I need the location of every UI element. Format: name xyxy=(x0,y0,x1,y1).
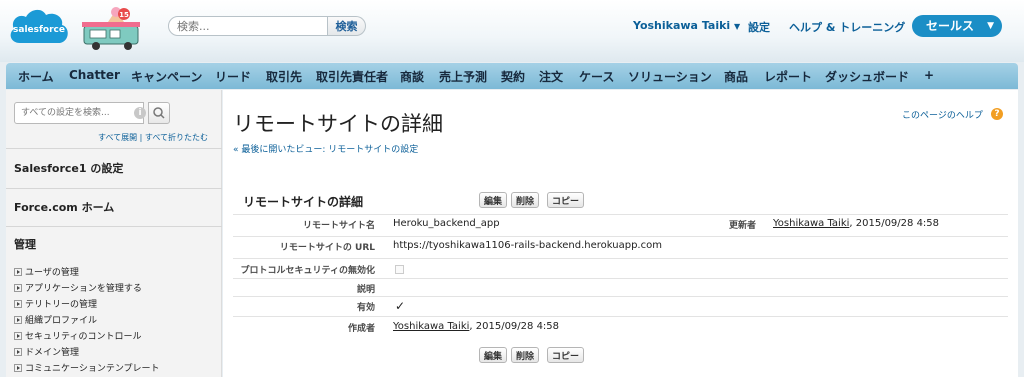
field-value-url: https://tyoshikawa1106-rails-backend.her… xyxy=(393,240,662,251)
tab-dashboards[interactable]: ダッシュボード xyxy=(825,68,909,85)
user-name: Yoshikawa Taiki xyxy=(633,19,731,32)
sidebar-section-forcecom-home[interactable]: Force.com ホーム xyxy=(6,188,222,226)
protocol-security-checkbox xyxy=(395,265,404,274)
field-label-updated-by: 更新者 xyxy=(728,221,756,231)
app-menu-label: セールス xyxy=(926,19,975,33)
tab-solutions[interactable]: ソリューション xyxy=(628,68,712,85)
help-training-link[interactable]: ヘルプ & トレーニング xyxy=(789,19,905,35)
expand-arrow-icon xyxy=(14,348,22,356)
sidebar-section-admin[interactable]: 管理 xyxy=(6,226,222,264)
tab-all-tabs-plus[interactable]: + xyxy=(924,68,934,82)
field-label-active: 有効 xyxy=(356,303,375,313)
checkmark-icon: ✓ xyxy=(395,299,406,313)
expand-arrow-icon xyxy=(14,364,22,372)
sidebar-item-security[interactable]: セキュリティのコントロール xyxy=(14,329,141,342)
tab-home[interactable]: ホーム xyxy=(18,68,54,85)
separator: | xyxy=(139,133,143,142)
truck-badge: 15 xyxy=(119,11,129,19)
expand-arrow-icon xyxy=(14,268,22,276)
setup-sidebar: i すべて展開 | すべて折りたたむ Salesforce1 の設定 Force… xyxy=(6,90,222,377)
ice-cream-truck-icon: 15 xyxy=(82,7,140,50)
collapse-all-link[interactable]: すべて折りたたむ xyxy=(145,133,208,142)
user-menu[interactable]: Yoshikawa Taiki ▼ xyxy=(633,19,740,32)
field-value-created-by: Yoshikawa Taiki, 2015/09/28 4:58 xyxy=(393,321,560,332)
tab-reports[interactable]: レポート xyxy=(764,68,812,85)
setup-search-input[interactable] xyxy=(14,102,144,124)
field-label-name: リモートサイト名 xyxy=(302,221,375,231)
main-content: リモートサイトの詳細 « 最後に開いたビュー: リモートサイトの設定 このページ… xyxy=(223,90,1018,377)
sidebar-item-domains[interactable]: ドメイン管理 xyxy=(14,345,79,358)
expand-arrow-icon xyxy=(14,300,22,308)
setup-link[interactable]: 設定 xyxy=(748,19,770,35)
sidebar-item-apps[interactable]: アプリケーションを管理する xyxy=(14,281,142,294)
expand-collapse-links: すべて展開 | すべて折りたたむ xyxy=(98,132,208,143)
sidebar-item-org-profile[interactable]: 組織プロファイル xyxy=(14,313,97,326)
expand-arrow-icon xyxy=(14,332,22,340)
field-label-created-by: 作成者 xyxy=(347,324,375,334)
field-label-url: リモートサイトの URL xyxy=(279,243,375,253)
chevron-down-icon: ▼ xyxy=(987,21,994,31)
edit-button[interactable]: 編集 xyxy=(479,192,508,208)
tab-opportunities[interactable]: 商談 xyxy=(400,68,424,85)
app-menu-button[interactable]: セールス ▼ xyxy=(912,15,1002,37)
salesforce-logo[interactable]: salesforce xyxy=(8,5,70,49)
help-icon[interactable]: ? xyxy=(991,108,1003,120)
tab-contacts[interactable]: 取引先責任者 xyxy=(316,68,388,85)
copy-button[interactable]: コピー xyxy=(547,192,585,208)
detail-section-title: リモートサイトの詳細 xyxy=(243,195,364,209)
field-label-description: 説明 xyxy=(356,285,375,295)
tab-accounts[interactable]: 取引先 xyxy=(266,68,302,85)
tab-cases[interactable]: ケース xyxy=(579,68,614,85)
tab-campaigns[interactable]: キャンペーン xyxy=(131,68,202,85)
expand-all-link[interactable]: すべて展開 xyxy=(98,133,137,142)
back-to-list-link[interactable]: « 最後に開いたビュー: リモートサイトの設定 xyxy=(233,142,418,155)
search-icon xyxy=(153,107,165,119)
field-value-name: Heroku_backend_app xyxy=(393,218,500,229)
field-label-protocol-security: プロトコルセキュリティの無効化 xyxy=(240,266,375,276)
tab-chatter[interactable]: Chatter xyxy=(69,68,120,82)
delete-button-bottom[interactable]: 削除 xyxy=(511,347,540,363)
sidebar-item-comm-templates[interactable]: コミュニケーションテンプレート xyxy=(14,361,160,374)
global-header: salesforce 15 検索 Yoshikawa Taiki ▼ 設定 ヘル… xyxy=(0,0,1024,62)
created-by-user-link[interactable]: Yoshikawa Taiki xyxy=(393,321,469,332)
page-title: リモートサイトの詳細 xyxy=(233,112,443,136)
updated-by-user-link[interactable]: Yoshikawa Taiki xyxy=(773,218,849,229)
field-value-updated-by: Yoshikawa Taiki, 2015/09/28 4:58 xyxy=(773,218,940,229)
sidebar-section-salesforce1[interactable]: Salesforce1 の設定 xyxy=(6,148,222,188)
copy-button-bottom[interactable]: コピー xyxy=(547,347,585,363)
sidebar-item-users[interactable]: ユーザの管理 xyxy=(14,265,79,278)
global-search-button[interactable]: 検索 xyxy=(328,16,366,36)
expand-arrow-icon xyxy=(14,316,22,324)
tab-orders[interactable]: 注文 xyxy=(539,68,563,85)
sidebar-item-territories[interactable]: テリトリーの管理 xyxy=(14,297,97,310)
info-icon[interactable]: i xyxy=(134,107,146,119)
page-help-link[interactable]: このページのヘルプ xyxy=(902,108,983,121)
expand-arrow-icon xyxy=(14,284,22,292)
tab-products[interactable]: 商品 xyxy=(724,68,748,85)
edit-button-bottom[interactable]: 編集 xyxy=(479,347,508,363)
tab-forecasts[interactable]: 売上予測 xyxy=(439,68,487,85)
tab-leads[interactable]: リード xyxy=(215,68,251,85)
chevron-down-icon: ▼ xyxy=(734,22,741,31)
tab-contracts[interactable]: 契約 xyxy=(501,68,525,85)
setup-search-button[interactable] xyxy=(148,102,170,124)
global-search-input[interactable] xyxy=(168,16,328,36)
tab-bar: ホーム Chatter キャンペーン リード 取引先 取引先責任者 商談 売上予… xyxy=(6,63,1018,89)
logo-text: salesforce xyxy=(13,25,65,35)
delete-button[interactable]: 削除 xyxy=(511,192,540,208)
